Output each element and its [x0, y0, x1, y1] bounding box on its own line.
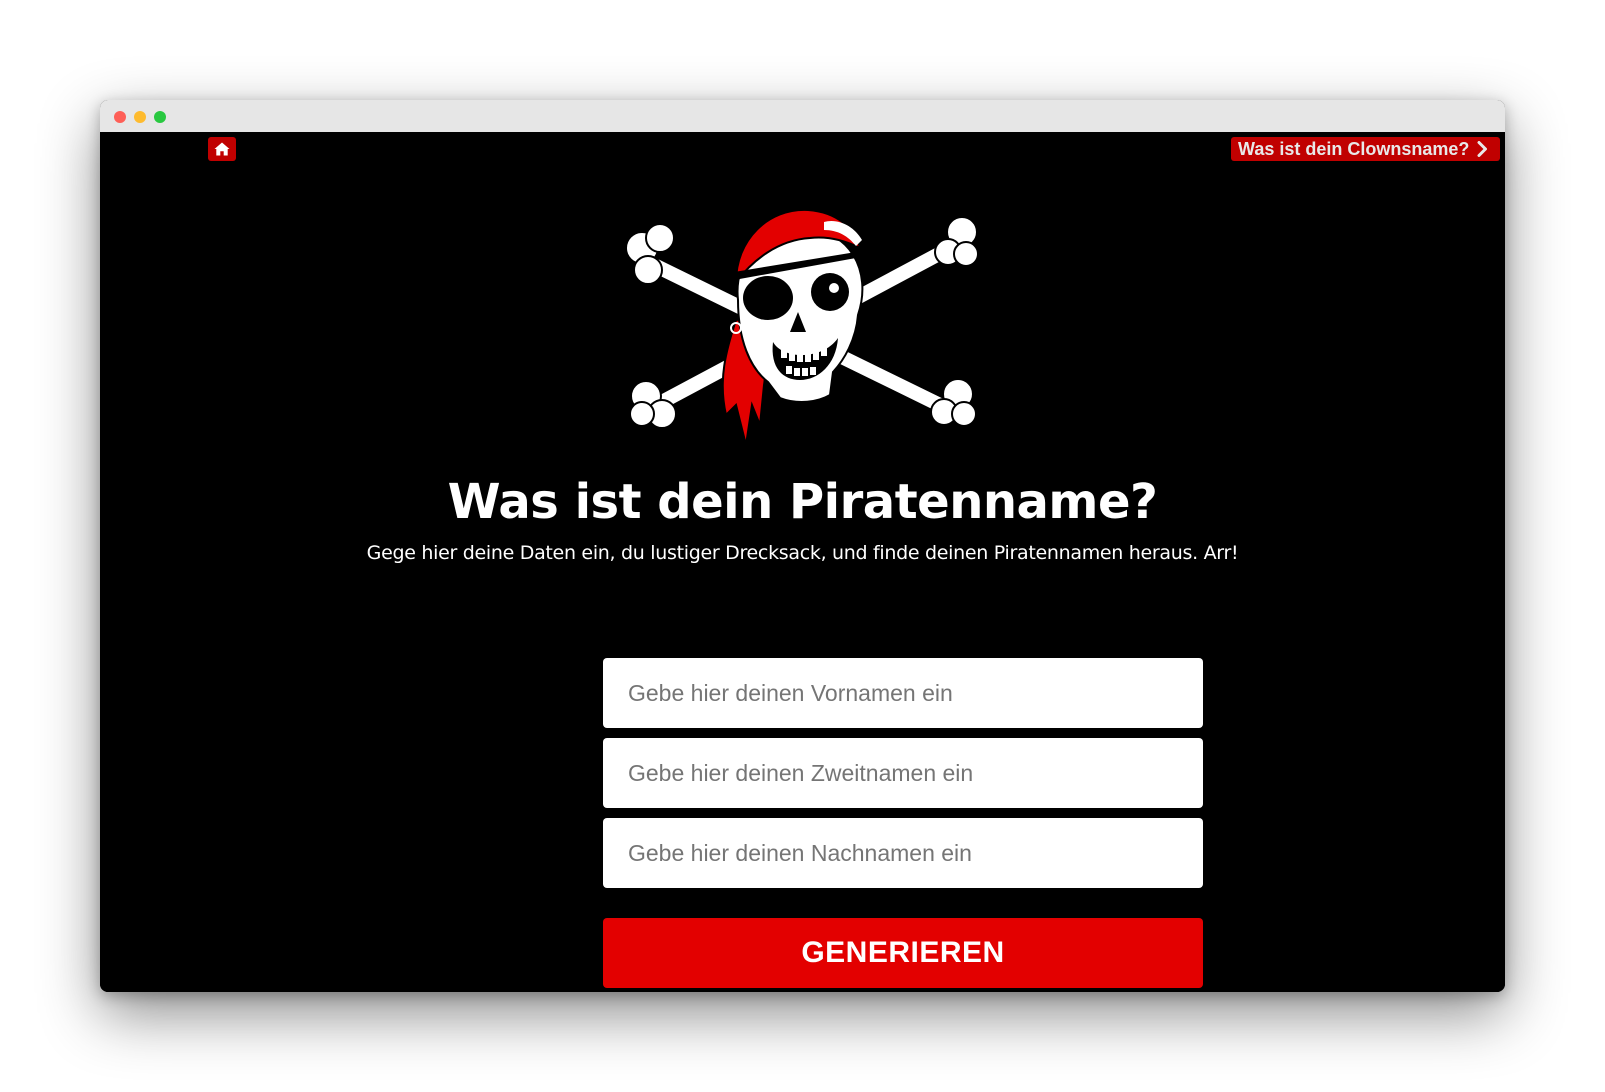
home-button[interactable] — [208, 137, 236, 161]
home-icon — [214, 142, 230, 156]
clownsname-link[interactable]: Was ist dein Clownsname? — [1231, 137, 1501, 161]
page-subtitle: Gege hier deine Daten ein, du lustiger D… — [366, 542, 1239, 564]
generate-button[interactable]: GENERIEREN — [603, 918, 1203, 988]
close-window-button[interactable] — [114, 111, 126, 123]
window-titlebar — [100, 100, 1505, 132]
browser-window: Was ist dein Clownsname? Was ist dein Pi… — [100, 100, 1505, 992]
clownsname-link-label: Was ist dein Clownsname? — [1238, 138, 1470, 159]
minimize-window-button[interactable] — [134, 111, 146, 123]
maximize-window-button[interactable] — [154, 111, 166, 123]
middle-name-input[interactable] — [603, 738, 1203, 808]
page-title: Was ist dein Piratenname? — [447, 474, 1158, 530]
chevron-right-icon — [1477, 141, 1488, 157]
pirate-skull-crossbones-logo — [625, 208, 979, 446]
first-name-input[interactable] — [603, 658, 1203, 728]
last-name-input[interactable] — [603, 818, 1203, 888]
page-content: Was ist dein Clownsname? Was ist dein Pi… — [100, 132, 1505, 992]
